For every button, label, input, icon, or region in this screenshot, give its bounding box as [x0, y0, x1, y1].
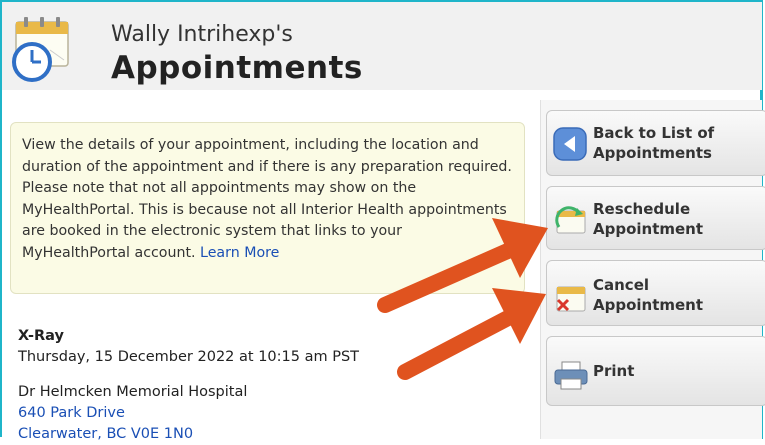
- info-text: View the details of your appointment, in…: [22, 137, 512, 261]
- cancel-button[interactable]: Cancel Appointment: [546, 260, 765, 326]
- back-to-list-button[interactable]: Back to List of Appointments: [546, 110, 765, 176]
- calendar-cancel-icon: [556, 286, 586, 312]
- address-line-1[interactable]: 640 Park Drive: [18, 403, 359, 424]
- cancel-label: Cancel Appointment: [593, 276, 704, 314]
- page-header: Wally Intrihexp's Appointments: [2, 2, 762, 90]
- back-arrow-icon: [553, 127, 587, 161]
- learn-more-link[interactable]: Learn More: [200, 245, 279, 261]
- reschedule-label: Reschedule Appointment: [593, 200, 704, 238]
- info-box: View the details of your appointment, in…: [10, 122, 525, 294]
- calendar-clock-icon: [12, 17, 69, 82]
- appointment-location: Dr Helmcken Memorial Hospital: [18, 384, 248, 400]
- address-line-2[interactable]: Clearwater, BC V0E 1N0: [18, 424, 359, 445]
- patient-name: Wally Intrihexp's: [111, 22, 293, 47]
- page-title: Appointments: [111, 50, 363, 86]
- appointment-details: X-Ray Thursday, 15 December 2022 at 10:1…: [18, 326, 359, 445]
- appointment-type: X-Ray: [18, 328, 64, 344]
- appointment-datetime: Thursday, 15 December 2022 at 10:15 am P…: [18, 349, 360, 365]
- calendar-refresh-icon: [555, 206, 586, 234]
- printer-icon: [554, 361, 588, 390]
- print-label: Print: [593, 362, 635, 380]
- back-label: Back to List of Appointments: [593, 124, 715, 162]
- print-button[interactable]: Print: [546, 336, 765, 406]
- reschedule-button[interactable]: Reschedule Appointment: [546, 186, 765, 250]
